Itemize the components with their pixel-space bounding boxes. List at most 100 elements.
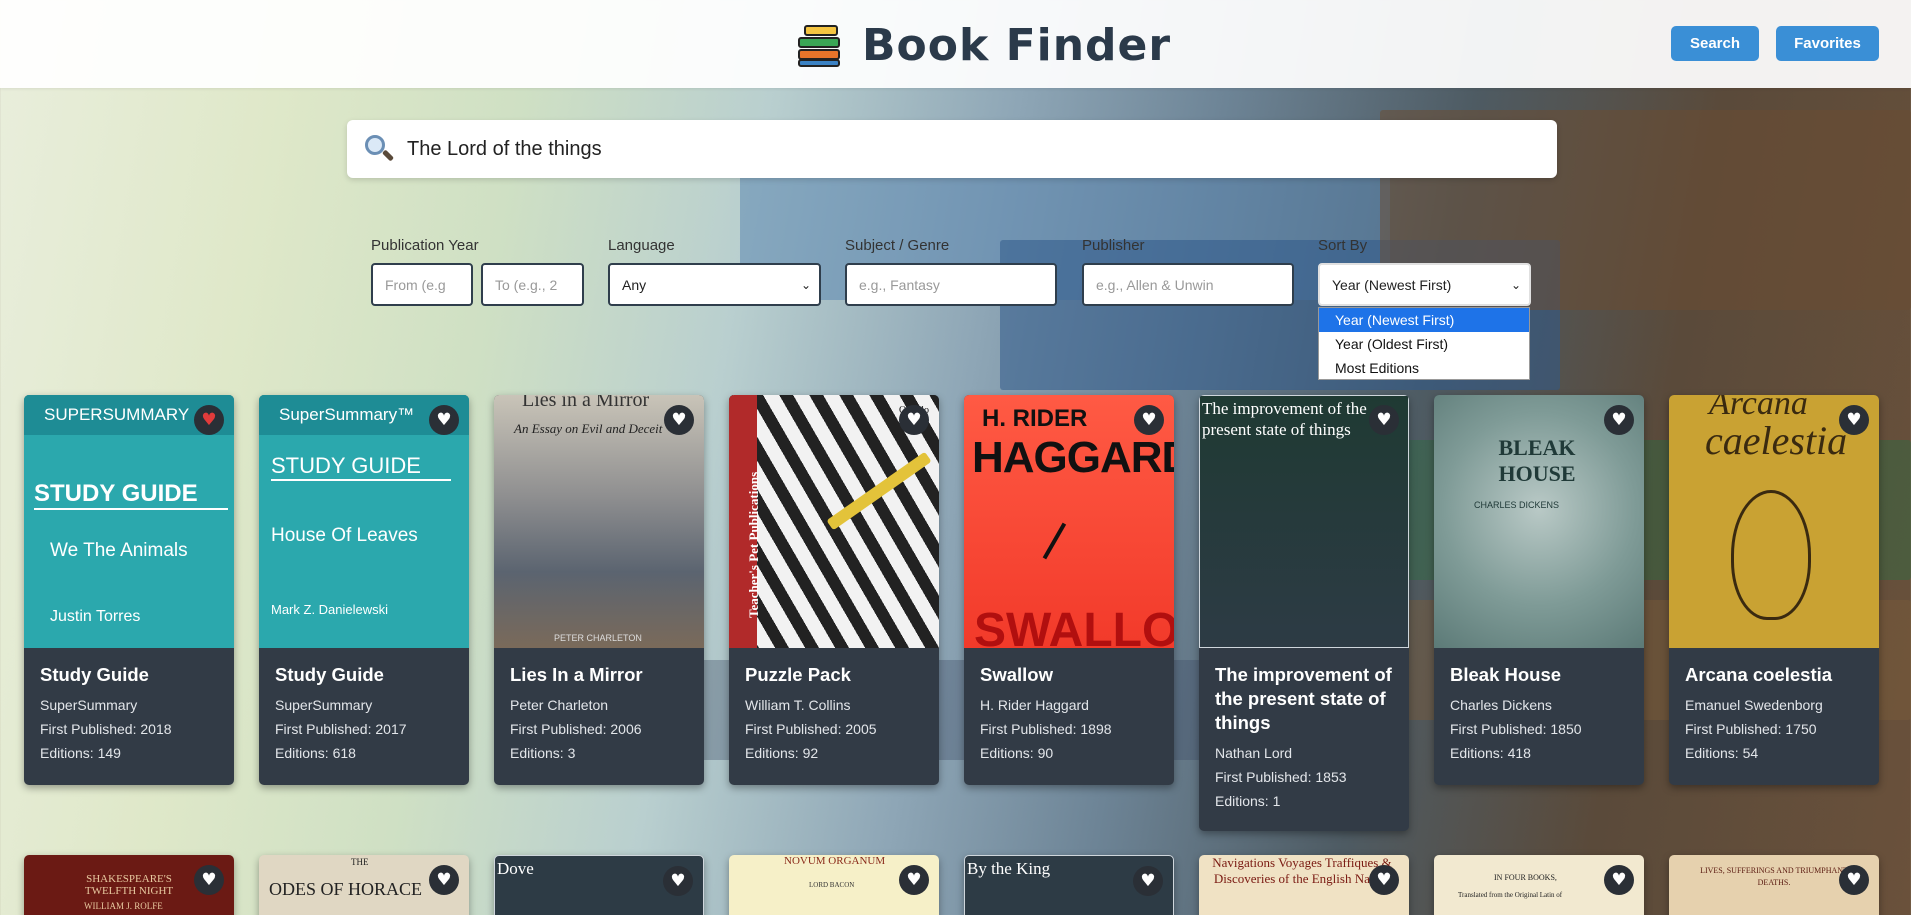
sort-option-oldest[interactable]: Year (Oldest First) — [1319, 332, 1529, 356]
favorite-heart-icon[interactable]: ♥ — [1369, 865, 1399, 895]
book-title: The improvement of the present state of … — [1215, 664, 1392, 733]
search-input[interactable] — [407, 137, 1507, 161]
book-first-published: First Published: 2018 — [40, 721, 172, 737]
book-card[interactable]: The improvement of the present state of … — [1199, 395, 1409, 831]
favorite-heart-icon[interactable]: ♥ — [1134, 405, 1164, 435]
language-select-value: Any — [622, 276, 647, 293]
book-editions: Editions: 418 — [1450, 745, 1531, 761]
favorite-heart-icon[interactable]: ♥ — [429, 865, 459, 895]
favorite-heart-icon[interactable]: ♥ — [664, 405, 694, 435]
book-author: Emanuel Swedenborg — [1685, 697, 1823, 713]
favorite-heart-icon[interactable]: ♥ — [194, 865, 224, 895]
book-card[interactable]: Othello Teacher's Pet Publications ♥ Puz… — [729, 395, 939, 785]
book-card[interactable]: Navigations Voyages Traffiques & Discove… — [1199, 855, 1409, 915]
book-first-published: First Published: 1750 — [1685, 721, 1817, 737]
book-cover-subtext: WILLIAM J. ROLFE — [84, 901, 163, 911]
favorite-heart-icon[interactable]: ♥ — [1133, 866, 1163, 896]
publisher-label: Publisher — [1082, 237, 1145, 254]
favorite-heart-icon[interactable]: ♥ — [194, 405, 224, 435]
sort-dropdown-list: Year (Newest First) Year (Oldest First) … — [1318, 307, 1530, 380]
chevron-down-icon: ⌄ — [800, 277, 811, 292]
favorite-heart-icon[interactable]: ♥ — [429, 405, 459, 435]
book-card[interactable]: By the King ♥ — [964, 855, 1174, 915]
sort-by-label: Sort By — [1318, 237, 1368, 254]
book-title: Arcana coelestia — [1685, 664, 1833, 685]
book-editions: Editions: 54 — [1685, 745, 1759, 761]
book-cover-subtext: THE — [351, 857, 369, 867]
book-card[interactable]: LIVES, SUFFERINGS AND TRIUMPHANT DEATHS.… — [1669, 855, 1879, 915]
book-cover-text: ODES OF HORACE — [269, 879, 423, 899]
book-title: Study Guide — [275, 664, 384, 685]
year-to-input[interactable]: To (e.g., 2 — [481, 263, 584, 306]
chevron-down-icon: ⌄ — [1510, 277, 1521, 292]
books-stack-icon — [796, 22, 842, 68]
book-card[interactable]: Arcana caelestia ♥ Arcana coelestia Eman… — [1669, 395, 1879, 785]
favorite-heart-icon[interactable]: ♥ — [663, 866, 693, 896]
book-author: H. Rider Haggard — [980, 697, 1089, 713]
favorites-button[interactable]: Favorites — [1776, 26, 1879, 61]
favorite-heart-icon[interactable]: ♥ — [1604, 865, 1634, 895]
book-author: SuperSummary — [40, 697, 138, 713]
brand: Book Finder — [796, 19, 1172, 71]
book-title: Swallow — [980, 664, 1053, 685]
favorite-heart-icon[interactable]: ♥ — [899, 865, 929, 895]
sort-option-editions[interactable]: Most Editions — [1319, 356, 1529, 380]
sort-select-value: Year (Newest First) — [1332, 276, 1452, 293]
book-first-published: First Published: 1850 — [1450, 721, 1582, 737]
book-author: SuperSummary — [275, 697, 373, 713]
book-author: Charles Dickens — [1450, 697, 1552, 713]
book-card[interactable]: SuperSummary™ STUDY GUIDE House Of Leave… — [259, 395, 469, 785]
publication-year-label: Publication Year — [371, 237, 479, 254]
book-cover-subtext: Translated from the Original Latin of — [1458, 891, 1563, 899]
book-first-published: First Published: 2005 — [745, 721, 877, 737]
book-card[interactable]: THE ODES OF HORACE ♥ — [259, 855, 469, 915]
book-first-published: First Published: 1853 — [1215, 769, 1347, 785]
book-card[interactable]: IN FOUR BOOKS, Translated from the Origi… — [1434, 855, 1644, 915]
favorite-heart-icon[interactable]: ♥ — [1604, 405, 1634, 435]
book-title: Study Guide — [40, 664, 149, 685]
book-card[interactable]: NOVUM ORGANUM LORD BACON ♥ — [729, 855, 939, 915]
book-editions: Editions: 1 — [1215, 793, 1281, 809]
book-cover-text: IN FOUR BOOKS, — [1494, 873, 1557, 882]
header-bar: Book Finder Search Favorites — [0, 0, 1911, 88]
book-author: Nathan Lord — [1215, 745, 1293, 761]
book-card[interactable]: H. RIDER HAGGARD SWALLOW ♥ Swallow H. Ri… — [964, 395, 1174, 785]
book-first-published: First Published: 2017 — [275, 721, 407, 737]
book-cover-text: LIVES, SUFFERINGS AND TRIUMPHANT DEATHS. — [1700, 866, 1848, 887]
search-icon — [363, 133, 395, 165]
book-card[interactable]: BLEAK HOUSE CHARLES DICKENS ♥ Bleak Hous… — [1434, 395, 1644, 785]
book-editions: Editions: 92 — [745, 745, 819, 761]
book-editions: Editions: 90 — [980, 745, 1054, 761]
sort-option-newest[interactable]: Year (Newest First) — [1319, 308, 1529, 332]
language-select[interactable]: Any ⌄ — [608, 263, 821, 306]
year-from-input[interactable]: From (e.g — [371, 263, 473, 306]
book-author: Peter Charleton — [510, 697, 609, 713]
book-editions: Editions: 3 — [510, 745, 576, 761]
book-author: William T. Collins — [745, 697, 851, 713]
book-editions: Editions: 149 — [40, 745, 121, 761]
book-cover-text: NOVUM ORGANUM — [784, 855, 886, 867]
language-label: Language — [608, 237, 675, 254]
sort-select[interactable]: Year (Newest First) ⌄ — [1318, 263, 1531, 306]
book-first-published: First Published: 1898 — [980, 721, 1112, 737]
favorite-heart-icon[interactable]: ♥ — [1839, 405, 1869, 435]
subject-label: Subject / Genre — [845, 237, 950, 254]
book-first-published: First Published: 2006 — [510, 721, 642, 737]
book-title: Bleak House — [1450, 664, 1562, 685]
book-card[interactable]: SHAKESPEARE'S TWELFTH NIGHT WILLIAM J. R… — [24, 855, 234, 915]
publisher-input[interactable]: e.g., Allen & Unwin — [1082, 263, 1294, 306]
favorite-heart-icon[interactable]: ♥ — [1369, 405, 1399, 435]
book-card[interactable]: Lies in a Mirror An Essay on Evil and De… — [494, 395, 704, 785]
search-bar — [347, 120, 1557, 178]
search-button[interactable]: Search — [1671, 26, 1759, 61]
book-cover-text: SHAKESPEARE'S TWELFTH NIGHT — [84, 873, 174, 897]
subject-input[interactable]: e.g., Fantasy — [845, 263, 1057, 306]
book-title: Puzzle Pack — [745, 664, 851, 685]
favorite-heart-icon[interactable]: ♥ — [1839, 865, 1869, 895]
app-title: Book Finder — [862, 19, 1172, 71]
book-card[interactable]: Dove ♥ — [494, 855, 704, 915]
favorite-heart-icon[interactable]: ♥ — [899, 405, 929, 435]
book-title: Lies In a Mirror — [510, 664, 643, 685]
book-cover-subtext: LORD BACON — [809, 881, 855, 889]
book-card[interactable]: SUPERSUMMARY STUDY GUIDE We The Animals … — [24, 395, 234, 785]
